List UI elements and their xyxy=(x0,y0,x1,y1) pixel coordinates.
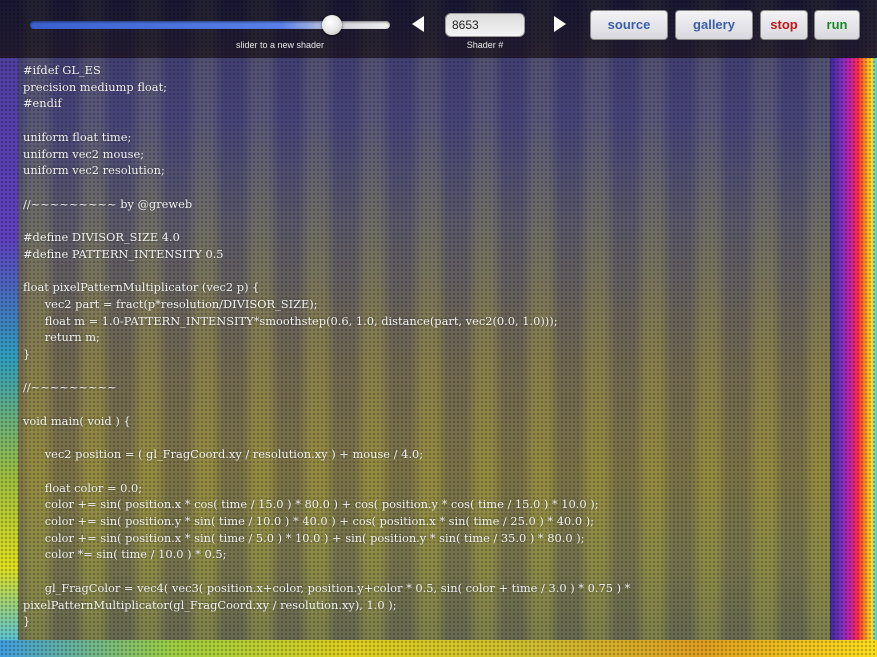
shader-slider-thumb[interactable] xyxy=(322,15,343,35)
slider-caption: slider to a new shader xyxy=(235,40,325,50)
run-button[interactable]: run xyxy=(814,10,860,40)
previous-shader-icon[interactable] xyxy=(412,16,424,32)
toolbar: slider to a new shader Shader # source g… xyxy=(0,0,877,58)
shader-source-code[interactable]: #ifdef GL_ES precision mediump float; #e… xyxy=(23,62,823,630)
stop-button[interactable]: stop xyxy=(760,10,808,40)
source-button[interactable]: source xyxy=(590,10,668,40)
shader-number-caption: Shader # xyxy=(466,40,504,50)
gallery-button[interactable]: gallery xyxy=(675,10,753,40)
shader-number-input[interactable] xyxy=(445,13,525,37)
next-shader-icon[interactable] xyxy=(554,16,566,32)
